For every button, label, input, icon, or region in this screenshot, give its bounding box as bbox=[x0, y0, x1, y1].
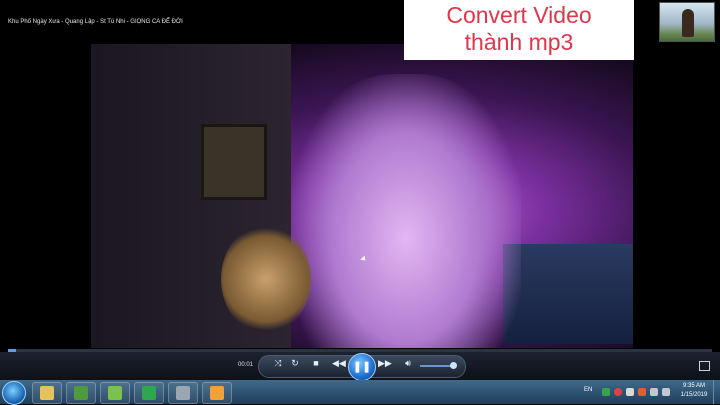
nvidia-icon[interactable] bbox=[602, 388, 610, 396]
camtasia-icon bbox=[142, 386, 156, 400]
video-performer bbox=[291, 74, 521, 348]
taskbar: EN 9:35 AM 1/15/2019 bbox=[0, 380, 720, 405]
network-app-icon bbox=[176, 386, 190, 400]
media-player-window: Khu Phố Ngày Xưa - Quang Lập - St Tú Nhi… bbox=[0, 0, 720, 381]
media-player-icon bbox=[210, 386, 224, 400]
elapsed-time: 00:01 bbox=[238, 362, 254, 368]
playback-controls: 00:01 ⤨ ↻ ■ ◀◀ ❚❚ ▶▶ 🔊︎ bbox=[0, 352, 720, 381]
webcam-person bbox=[682, 9, 694, 37]
video-frame[interactable] bbox=[91, 44, 633, 348]
fullscreen-icon[interactable] bbox=[699, 361, 710, 371]
show-desktop-button[interactable] bbox=[713, 380, 720, 404]
language-indicator[interactable]: EN bbox=[584, 387, 592, 393]
volume-knob[interactable] bbox=[450, 362, 457, 369]
video-stage-screen bbox=[503, 244, 633, 344]
vietkey-icon[interactable] bbox=[626, 388, 634, 396]
webcam-thumbnail bbox=[659, 2, 715, 42]
video-wall-picture bbox=[201, 124, 267, 200]
taskbar-button[interactable] bbox=[100, 382, 130, 404]
previous-icon[interactable]: ◀◀ bbox=[332, 357, 346, 369]
caption-line-1: Convert Video bbox=[446, 2, 592, 28]
network-icon[interactable] bbox=[650, 388, 658, 396]
system-tray: EN bbox=[582, 384, 682, 400]
windows-explorer-icon bbox=[40, 386, 54, 400]
tray-app-icon[interactable] bbox=[638, 388, 646, 396]
taskbar-button[interactable] bbox=[66, 382, 96, 404]
pause-icon[interactable]: ❚❚ bbox=[348, 353, 376, 381]
volume-icon[interactable] bbox=[662, 388, 670, 396]
coccoc-icon bbox=[108, 386, 122, 400]
chrome-icon bbox=[74, 386, 88, 400]
speaker-icon[interactable]: 🔊︎ bbox=[402, 357, 414, 369]
clock-time: 9:35 AM bbox=[682, 383, 705, 389]
taskbar-button[interactable] bbox=[32, 382, 62, 404]
repeat-icon[interactable]: ↻ bbox=[289, 357, 301, 369]
stop-icon[interactable]: ■ bbox=[310, 357, 322, 369]
taskbar-button[interactable] bbox=[134, 382, 164, 404]
shuffle-icon[interactable]: ⤨ bbox=[272, 357, 284, 369]
taskbar-button[interactable] bbox=[202, 382, 232, 404]
start-button[interactable] bbox=[2, 381, 26, 405]
volume-slider[interactable] bbox=[420, 365, 454, 367]
record-icon[interactable] bbox=[614, 388, 622, 396]
video-saxophone bbox=[221, 224, 311, 334]
video-title: Khu Phố Ngày Xưa - Quang Lập - St Tú Nhi… bbox=[8, 19, 183, 25]
clock-date: 1/15/2019 bbox=[680, 392, 708, 398]
clock[interactable]: 9:35 AM 1/15/2019 bbox=[676, 382, 712, 400]
caption-overlay: Convert Video thành mp3 bbox=[404, 0, 634, 60]
next-icon[interactable]: ▶▶ bbox=[378, 357, 392, 369]
taskbar-button[interactable] bbox=[168, 382, 198, 404]
caption-line-2: thành mp3 bbox=[464, 29, 574, 55]
